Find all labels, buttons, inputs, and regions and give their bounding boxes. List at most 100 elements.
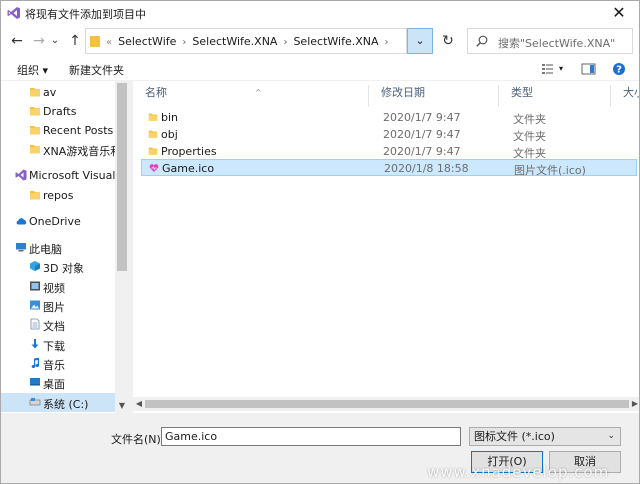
pictures-icon <box>30 300 40 310</box>
sidebar-item-label: 此电脑 <box>29 243 62 256</box>
column-header-label: 修改日期 <box>381 86 425 99</box>
sidebar-item[interactable]: repos <box>1 186 115 205</box>
column-header-modified[interactable]: 修改日期 <box>369 85 499 107</box>
file-row[interactable]: obj 2020/1/7 9:47 文件夹 <box>141 126 637 143</box>
scroll-down-icon[interactable]: ▼ <box>115 399 129 413</box>
scrollbar-thumb[interactable] <box>145 400 629 408</box>
breadcrumb: « SelectWife › SelectWife.XNA › SelectWife.XN… <box>106 35 395 48</box>
address-dropdown-button[interactable]: ⌄ <box>407 28 433 54</box>
svg-text:?: ? <box>616 65 622 76</box>
navigation-bar: ← → ⌄ ↑ « SelectWife › SelectWife.XNA › Selec… <box>1 25 639 57</box>
folder-icon <box>30 107 40 116</box>
refresh-button[interactable]: ↻ <box>437 28 459 54</box>
preview-pane-icon[interactable] <box>581 62 597 76</box>
file-list-pane: 名称 ^ 修改日期 类型 大小 bin 2020/1/7 9:47 文件夹 obj 20… <box>133 81 639 413</box>
sidebar-item[interactable]: Drafts <box>1 102 115 121</box>
organize-menu[interactable]: 组织 ▾ <box>17 62 48 78</box>
file-type: 图片文件(.ico) <box>514 164 586 177</box>
back-button[interactable]: ← <box>7 31 27 51</box>
chevron-down-icon[interactable]: ▾ <box>559 64 563 73</box>
sidebar-item[interactable]: 视频 <box>1 277 115 296</box>
download-icon <box>31 339 39 349</box>
forward-button[interactable]: → <box>29 31 49 51</box>
chevron-down-icon: ⌄ <box>607 431 615 441</box>
3d-objects-icon <box>30 261 40 271</box>
sort-ascending-icon: ^ <box>255 88 262 97</box>
scroll-right-icon[interactable]: ▶ <box>629 397 639 411</box>
sidebar-item-label: 音乐 <box>43 359 65 372</box>
chevron-right-icon[interactable]: › <box>182 37 186 48</box>
sidebar-item[interactable]: Microsoft Visual <box>1 166 115 185</box>
column-header-name[interactable]: 名称 ^ <box>133 85 369 107</box>
video-icon <box>30 281 40 291</box>
sidebar-item-label: OneDrive <box>29 215 81 228</box>
chevron-right-icon[interactable]: › <box>283 37 287 48</box>
sidebar-item-label: repos <box>43 189 74 202</box>
sidebar-item-label: 3D 对象 <box>43 262 84 275</box>
scrollbar-thumb[interactable] <box>117 83 127 271</box>
recent-locations-button[interactable]: ⌄ <box>49 31 61 51</box>
sidebar-item[interactable]: av <box>1 83 115 102</box>
computer-icon <box>16 243 26 252</box>
sidebar-item[interactable]: 桌面 <box>1 373 115 392</box>
folder-icon <box>148 147 158 155</box>
music-icon <box>31 357 40 369</box>
column-header-type[interactable]: 类型 <box>499 85 611 107</box>
file-type: 文件夹 <box>513 130 546 143</box>
file-row[interactable]: Game.ico 2020/1/8 18:58 图片文件(.ico) <box>141 159 637 177</box>
breadcrumb-item[interactable]: SelectWife.XNA <box>293 35 378 48</box>
file-name: Game.ico <box>162 162 215 175</box>
cloud-icon <box>16 218 27 225</box>
sidebar-scrollbar[interactable]: ▼ <box>115 81 129 413</box>
sidebar-item[interactable]: 下载 <box>1 335 115 354</box>
address-bar[interactable]: « SelectWife › SelectWife.XNA › SelectWife.XN… <box>85 28 407 54</box>
chevron-right-icon[interactable]: › <box>385 37 389 48</box>
visual-studio-icon <box>7 7 20 19</box>
file-name: Properties <box>161 145 217 158</box>
filetype-select[interactable]: 图标文件 (*.ico) ⌄ <box>469 427 621 446</box>
sidebar-item[interactable]: XNA游戏音乐和 <box>1 140 121 159</box>
folder-icon <box>30 126 40 135</box>
drive-icon <box>29 398 41 406</box>
documents-icon <box>30 318 40 330</box>
sidebar-item[interactable]: 音乐 <box>1 354 115 373</box>
help-icon[interactable]: ? <box>611 62 627 76</box>
breadcrumb-overflow[interactable]: « <box>106 37 112 48</box>
view-options-icon[interactable] <box>541 62 557 76</box>
sidebar-item[interactable]: 3D 对象 <box>1 257 115 276</box>
title-bar: 将现有文件添加到项目中 ✕ <box>1 1 639 25</box>
folder-icon <box>148 113 158 121</box>
scroll-left-icon[interactable]: ◀ <box>133 397 145 411</box>
sidebar-item[interactable]: 系统 (C:) <box>1 393 115 412</box>
column-header-label: 类型 <box>511 86 533 99</box>
breadcrumb-item[interactable]: SelectWife.XNA <box>192 35 277 48</box>
folder-icon <box>148 130 158 138</box>
filename-field[interactable]: Game.ico <box>161 427 461 446</box>
file-modified: 2020/1/7 9:47 <box>383 145 461 158</box>
up-button[interactable]: ↑ <box>65 31 85 51</box>
column-header-size[interactable]: 大小 <box>611 85 639 107</box>
command-bar: 组织 ▾ 新建文件夹 ▾ ? <box>1 57 639 81</box>
sidebar-item-label: 图片 <box>43 301 65 314</box>
sidebar-item[interactable]: 此电脑 <box>1 238 115 257</box>
folder-icon <box>30 145 40 154</box>
new-folder-button[interactable]: 新建文件夹 <box>69 62 124 78</box>
file-type: 文件夹 <box>513 113 546 126</box>
sidebar-item-label: Microsoft Visual <box>29 169 116 182</box>
watermark: www.xnadevelop.com <box>427 463 610 481</box>
folder-icon <box>90 36 100 47</box>
sidebar-item-label: XNA游戏音乐和 <box>43 145 122 158</box>
horizontal-scrollbar[interactable]: ◀ ▶ <box>133 397 639 411</box>
sidebar-item[interactable]: 文档 <box>1 315 115 334</box>
file-row[interactable]: bin 2020/1/7 9:47 文件夹 <box>141 109 637 126</box>
sidebar-item[interactable]: 图片 <box>1 296 115 315</box>
close-button[interactable]: ✕ <box>597 1 639 25</box>
sidebar-item[interactable]: OneDrive <box>1 212 115 231</box>
sidebar-item[interactable]: Recent Posts <box>1 121 115 140</box>
sidebar-item-label: Recent Posts <box>43 124 114 137</box>
file-modified: 2020/1/8 18:58 <box>384 162 469 175</box>
file-row[interactable]: Properties 2020/1/7 9:47 文件夹 <box>141 143 637 160</box>
search-input[interactable]: 搜索"SelectWife.XNA" <box>467 28 633 54</box>
breadcrumb-item[interactable]: SelectWife <box>118 35 176 48</box>
folder-icon <box>30 191 40 200</box>
